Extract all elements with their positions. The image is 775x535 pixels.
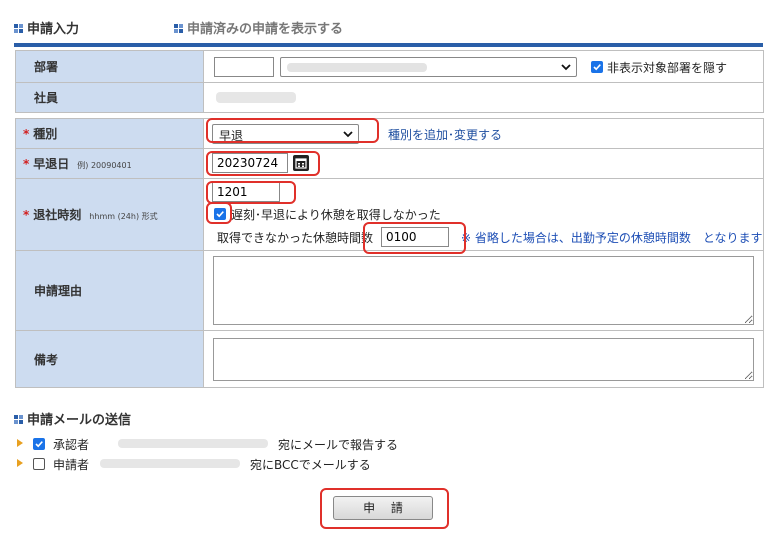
date-label: * 早退日 例) 20090401 (15, 148, 204, 179)
bullet-triangle-icon (17, 439, 23, 447)
chevron-down-icon (561, 64, 571, 71)
remarks-cell (203, 330, 764, 388)
mail-section-title: 申請メールの送信 (14, 409, 131, 428)
add-type-link[interactable]: 種別を追加･変更する (388, 126, 502, 143)
tab-application-input[interactable]: 申請入力 (14, 18, 79, 37)
highlight-leave-time-input (206, 181, 296, 204)
submit-button[interactable]: 申 請 (333, 496, 433, 520)
type-label: * 種別 (15, 118, 204, 149)
department-label: 部署 (15, 50, 204, 83)
grid-icon (14, 24, 23, 33)
approver-label: 承認者 (53, 438, 90, 452)
applicant-name-redacted (100, 459, 240, 468)
break-hours-note: ※ 省略した場合は、出勤予定の休憩時間数 となります (461, 231, 763, 245)
approver-name-redacted (118, 439, 268, 448)
reason-cell (203, 250, 764, 331)
application-form: 部署 非表示対象部署を隠す 社員 * 種別 早退 種別を追加･変更する * 早退… (15, 50, 764, 388)
employee-label: 社員 (15, 82, 204, 113)
grid-icon (174, 24, 183, 33)
applicant-mail-checkbox[interactable] (33, 458, 45, 470)
no-break-label: 遅刻･早退により休憩を取得しなかった (231, 208, 441, 222)
leave-time-label: * 退社時刻 hhmm (24h) 形式 (15, 178, 204, 251)
remarks-textarea[interactable] (213, 338, 754, 381)
highlight-date-input (206, 151, 320, 176)
approver-mail-checkbox[interactable] (33, 438, 45, 450)
employee-cell (203, 82, 764, 113)
hide-department-checkbox[interactable] (591, 61, 603, 73)
tab-label: 申請入力 (27, 22, 80, 37)
tab-label: 申請済みの申請を表示する (187, 22, 344, 37)
highlight-break-hours-input (363, 222, 466, 254)
highlight-type-select (206, 118, 379, 143)
department-cell: 非表示対象部署を隠す (203, 50, 764, 83)
approver-suffix: 宛にメールで報告する (278, 438, 399, 452)
tab-submitted-applications[interactable]: 申請済みの申請を表示する (174, 18, 343, 37)
grid-icon (14, 415, 23, 424)
bullet-triangle-icon (17, 459, 23, 467)
tab-bar: 申請入力 申請済みの申請を表示する (14, 0, 764, 48)
reason-textarea[interactable] (213, 256, 754, 325)
department-select[interactable] (280, 57, 577, 77)
break-hours-label: 取得できなかった休憩時間数 (217, 231, 374, 245)
employee-name-redacted (216, 92, 296, 103)
remarks-label: 備考 (15, 330, 204, 388)
highlight-no-break-checkbox (206, 202, 232, 224)
applicant-suffix: 宛にBCCでメールする (250, 458, 371, 472)
reason-label: 申請理由 (15, 250, 204, 331)
department-code-input[interactable] (214, 57, 274, 77)
applicant-label: 申請者 (53, 458, 90, 472)
hide-department-label: 非表示対象部署を隠す (607, 61, 728, 75)
tab-underline (14, 43, 763, 47)
